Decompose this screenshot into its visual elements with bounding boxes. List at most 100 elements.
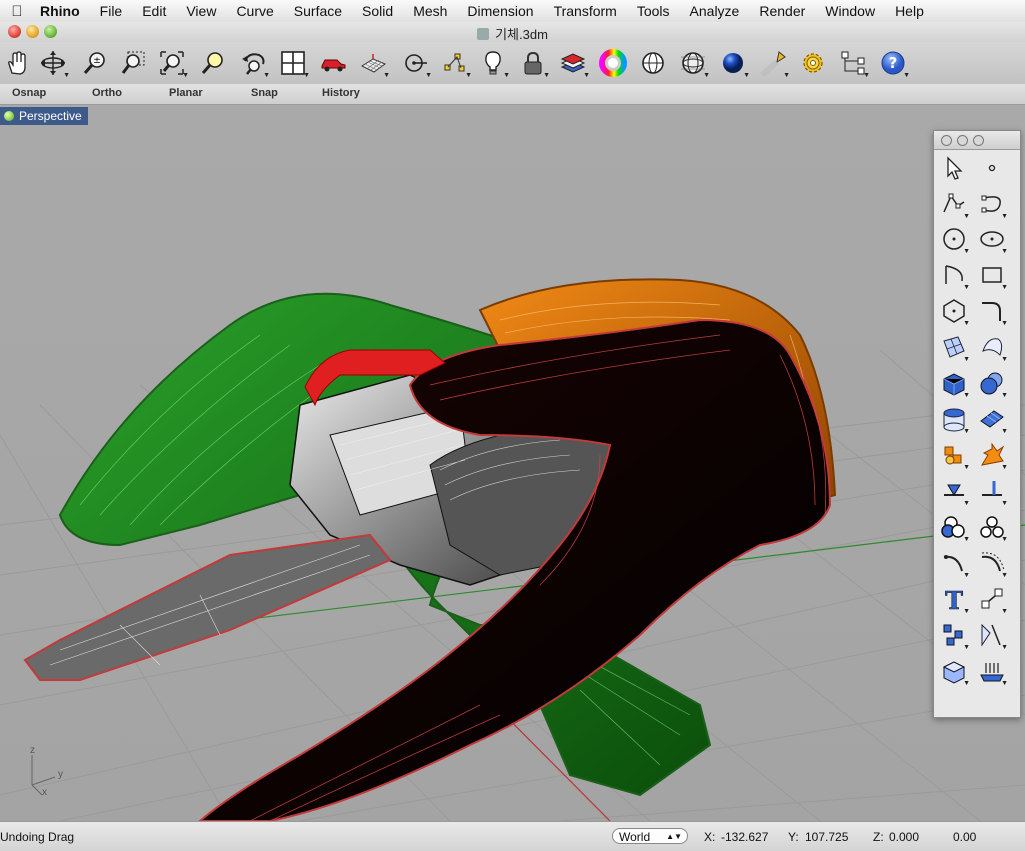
toggle-history[interactable]: History: [322, 87, 360, 99]
x-coord-value: -132.627: [721, 830, 769, 844]
color-wheel-icon[interactable]: [596, 46, 630, 80]
split-icon[interactable]: ▼: [936, 474, 972, 508]
light-icon[interactable]: ▼: [476, 46, 510, 80]
osnap-icon[interactable]: ▼: [398, 46, 432, 80]
menu-solid[interactable]: Solid: [352, 0, 403, 22]
array-icon[interactable]: ▼: [936, 618, 972, 652]
rectangle-icon[interactable]: ▼: [974, 258, 1010, 292]
svg-text:±: ±: [93, 56, 101, 66]
status-toggle-bar: Osnap Ortho Planar Snap History: [0, 84, 1025, 105]
lock-icon[interactable]: ▼: [516, 46, 550, 80]
loft-surface-icon[interactable]: ▼: [974, 330, 1010, 364]
hierarchy-icon[interactable]: ▼: [836, 46, 870, 80]
rotate-view-icon[interactable]: ▼: [36, 46, 70, 80]
box-solid-icon[interactable]: ▼: [936, 366, 972, 400]
menu-view[interactable]: View: [176, 0, 226, 22]
zoom-dynamic-icon[interactable]: ±: [78, 46, 112, 80]
viewport-scene: [0, 105, 1025, 821]
viewport-title-text: Perspective: [19, 109, 82, 123]
polyline-icon[interactable]: ▼: [936, 187, 972, 221]
boolean-union-icon[interactable]: ▼: [936, 510, 972, 544]
grid-plane-icon[interactable]: ▼: [356, 46, 390, 80]
pan-icon[interactable]: [0, 46, 34, 80]
curve-edit-icon[interactable]: ▼: [974, 187, 1010, 221]
car-properties-icon[interactable]: [316, 46, 350, 80]
select-arrow-icon[interactable]: [936, 151, 972, 185]
menu-analyze[interactable]: Analyze: [680, 0, 750, 22]
fillet-curve-icon[interactable]: ▼: [974, 294, 1010, 328]
window-titlebar[interactable]: 기체.3dm: [0, 22, 1025, 42]
palette-close-button[interactable]: [941, 135, 952, 146]
menu-mesh[interactable]: Mesh: [403, 0, 457, 22]
z-coord-label: Z:: [873, 830, 884, 844]
undo-view-icon[interactable]: ▼: [236, 46, 270, 80]
polygon-icon[interactable]: ▼: [936, 294, 972, 328]
plane-surface-icon[interactable]: ▼: [974, 402, 1010, 436]
cplane-selector[interactable]: World ▲▼: [612, 828, 688, 844]
perspective-viewport[interactable]: Perspective z y x: [0, 105, 1025, 821]
menu-dimension[interactable]: Dimension: [457, 0, 543, 22]
grid-snap-icon[interactable]: ▼: [974, 654, 1010, 688]
mirror-icon[interactable]: ▼: [974, 618, 1010, 652]
status-bar: Undoing Drag World ▲▼ X: -132.627 Y: 107.…: [0, 821, 1025, 851]
points-icon[interactable]: ▼: [438, 46, 472, 80]
zoom-window-icon[interactable]: [116, 46, 150, 80]
distance-value: 0.00: [953, 830, 977, 844]
sphere-wire-icon[interactable]: [636, 46, 670, 80]
menu-window[interactable]: Window: [815, 0, 885, 22]
circle-icon[interactable]: ▼: [936, 222, 972, 256]
apple-menu-icon[interactable]: : [0, 3, 30, 20]
palette-zoom-button[interactable]: [973, 135, 984, 146]
boolean-icon[interactable]: ▼: [936, 438, 972, 472]
palette-titlebar[interactable]: [934, 131, 1020, 150]
menu-help[interactable]: Help: [885, 0, 934, 22]
axis-label-x: x: [42, 787, 47, 798]
ellipse-icon[interactable]: ▼: [974, 222, 1010, 256]
layer-icon[interactable]: ▼: [556, 46, 590, 80]
sphere-render-icon[interactable]: ▼: [716, 46, 750, 80]
sphere-solid-icon[interactable]: ▼: [974, 366, 1010, 400]
explode-icon[interactable]: ▼: [974, 438, 1010, 472]
four-viewports-icon[interactable]: ▼: [276, 46, 310, 80]
sphere-grid-icon[interactable]: ▼: [676, 46, 710, 80]
menu-curve[interactable]: Curve: [226, 0, 283, 22]
gear-icon[interactable]: [796, 46, 830, 80]
menu-app-rhino[interactable]: Rhino: [30, 0, 90, 22]
point-icon[interactable]: [974, 151, 1010, 185]
arc-icon[interactable]: ▼: [936, 258, 972, 292]
text-icon[interactable]: T ▼: [936, 582, 972, 616]
spotlight-icon[interactable]: ▼: [756, 46, 790, 80]
zoom-selected-icon[interactable]: [196, 46, 230, 80]
help-icon[interactable]: ? ▼: [876, 46, 910, 80]
svg-text:?: ?: [889, 54, 898, 72]
toggle-snap[interactable]: Snap: [251, 87, 278, 99]
svg-text:T: T: [945, 586, 963, 613]
menu-surface[interactable]: Surface: [284, 0, 352, 22]
menu-bar:  Rhino File Edit View Curve Surface Sol…: [0, 0, 1025, 23]
toggle-planar[interactable]: Planar: [169, 87, 203, 99]
palette-min-button[interactable]: [957, 135, 968, 146]
document-title: 기체.3dm: [0, 24, 1025, 43]
box-render-icon[interactable]: ▼: [936, 654, 972, 688]
zoom-extents-icon[interactable]: ▼: [155, 46, 189, 80]
menu-transform[interactable]: Transform: [544, 0, 627, 22]
curve-drag-icon[interactable]: ▼: [936, 546, 972, 580]
scale-icon[interactable]: ▼: [974, 582, 1010, 616]
toggle-osnap[interactable]: Osnap: [12, 87, 46, 99]
viewport-title-tab[interactable]: Perspective: [0, 107, 88, 125]
cylinder-icon[interactable]: ▼: [936, 402, 972, 436]
trim-icon[interactable]: ▼: [974, 474, 1010, 508]
stepper-icon: ▲▼: [666, 832, 682, 841]
main-tool-palette[interactable]: ▼ ▼ ▼ ▼ ▼ ▼ ▼ ▼ ▼ ▼ ▼ ▼ ▼ ▼ ▼ ▼ ▼ ▼ ▼ ▼ …: [933, 130, 1021, 718]
x-coord-label: X:: [704, 830, 716, 844]
y-coord-label: Y:: [788, 830, 799, 844]
surface-from-points-icon[interactable]: ▼: [936, 330, 972, 364]
toggle-ortho[interactable]: Ortho: [92, 87, 122, 99]
menu-file[interactable]: File: [90, 0, 133, 22]
axis-label-y: y: [58, 769, 63, 780]
menu-render[interactable]: Render: [749, 0, 815, 22]
boolean-diff-icon[interactable]: ▼: [974, 510, 1010, 544]
menu-tools[interactable]: Tools: [627, 0, 680, 22]
curve-offset-icon[interactable]: ▼: [974, 546, 1010, 580]
menu-edit[interactable]: Edit: [132, 0, 176, 22]
